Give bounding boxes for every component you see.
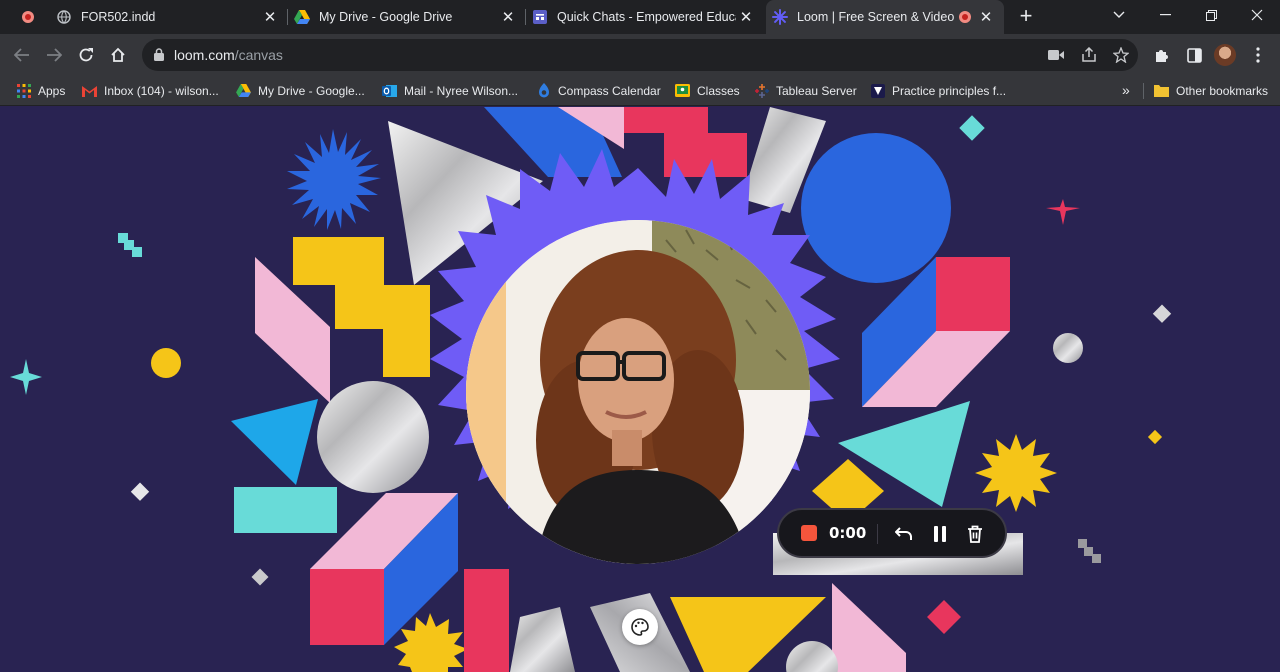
globe-icon xyxy=(56,9,72,25)
lock-icon[interactable] xyxy=(154,48,164,61)
extensions-puzzle-icon[interactable] xyxy=(1150,43,1174,67)
bookmark-label: Inbox (104) - wilson... xyxy=(104,83,219,98)
close-tab-icon[interactable]: ✕ xyxy=(736,8,756,26)
bookmark-inbox[interactable]: Inbox (104) - wilson... xyxy=(82,76,219,105)
folder-icon xyxy=(1154,83,1169,98)
bookmark-label: Tableau Server xyxy=(776,83,857,98)
tab-google-drive[interactable]: My Drive - Google Drive ✕ xyxy=(288,0,526,34)
outlook-icon xyxy=(382,83,397,98)
google-drive-icon xyxy=(294,9,310,25)
url-text: loom.com/canvas xyxy=(174,47,283,63)
apps-grid-icon xyxy=(16,83,31,98)
compass-icon xyxy=(536,83,551,98)
palette-button[interactable] xyxy=(622,609,658,645)
tab-title: FOR502.indd xyxy=(81,10,156,24)
bookmarks-overflow-button[interactable]: » xyxy=(1122,82,1130,98)
restore-icon[interactable] xyxy=(1188,0,1234,30)
tab-loom[interactable]: Loom | Free Screen & Video ✕ xyxy=(766,0,1004,34)
star-bookmark-icon[interactable] xyxy=(1113,47,1129,63)
home-icon[interactable] xyxy=(106,43,130,67)
browser-toolbar: loom.com/canvas xyxy=(0,34,1280,76)
bookmark-apps[interactable]: Apps xyxy=(16,76,65,105)
bookmark-label: Mail - Nyree Wilson... xyxy=(404,83,519,98)
undo-icon[interactable] xyxy=(893,523,915,545)
classroom-icon xyxy=(675,83,690,98)
address-bar[interactable]: loom.com/canvas xyxy=(142,39,1138,71)
bookmark-tableau[interactable]: Tableau Server xyxy=(754,76,857,105)
webcam-preview[interactable] xyxy=(466,220,810,564)
back-arrow-icon[interactable] xyxy=(10,43,34,67)
bookmark-label: Practice principles f... xyxy=(892,83,1007,98)
bookmark-classes[interactable]: Classes xyxy=(675,76,740,105)
trash-icon[interactable] xyxy=(964,523,986,545)
tab-title: Quick Chats - Empowered Educat xyxy=(557,10,736,24)
bookmark-page-icon xyxy=(870,83,885,98)
forms-icon xyxy=(532,9,548,25)
recording-indicator-icon xyxy=(958,10,972,24)
pause-icon[interactable] xyxy=(929,523,951,545)
bookmark-my-drive[interactable]: My Drive - Google... xyxy=(236,76,365,105)
bookmark-compass[interactable]: Compass Calendar xyxy=(536,76,661,105)
bookmark-mail[interactable]: Mail - Nyree Wilson... xyxy=(382,76,518,105)
google-drive-icon xyxy=(236,83,251,98)
bookmark-label: Apps xyxy=(38,83,66,98)
tab-title: Loom | Free Screen & Video xyxy=(797,10,955,24)
bookmarks-bar: Apps Inbox (104) - wilson... My Drive - … xyxy=(0,76,1280,106)
close-tab-icon[interactable]: ✕ xyxy=(976,8,996,26)
share-icon[interactable] xyxy=(1081,47,1097,63)
forward-arrow-icon[interactable] xyxy=(42,43,66,67)
bookmark-label: Compass Calendar xyxy=(558,83,661,98)
profile-avatar[interactable] xyxy=(1214,44,1236,66)
minimize-icon[interactable] xyxy=(1142,0,1188,30)
kebab-menu-icon[interactable] xyxy=(1246,43,1270,67)
recording-controls: 0:00 xyxy=(777,508,1007,558)
palette-icon xyxy=(631,618,649,636)
tab-strip: FOR502.indd ✕ My Drive - Google Drive ✕ … xyxy=(0,0,1280,34)
loom-canvas: 0:00 xyxy=(0,107,1280,672)
close-window-icon[interactable] xyxy=(1234,0,1280,30)
loom-icon xyxy=(772,9,788,25)
bookmark-practice-principles[interactable]: Practice principles f... xyxy=(870,76,1006,105)
tab-title: My Drive - Google Drive xyxy=(319,10,453,24)
camera-icon[interactable] xyxy=(1048,47,1064,63)
new-tab-button[interactable]: + xyxy=(1014,5,1038,29)
tab-for502[interactable]: FOR502.indd ✕ xyxy=(50,0,288,34)
bookmark-label: Other bookmarks xyxy=(1176,83,1269,98)
gmail-icon xyxy=(82,83,97,98)
recording-indicator-icon[interactable] xyxy=(12,6,44,28)
close-tab-icon[interactable]: ✕ xyxy=(260,8,280,26)
recording-timer: 0:00 xyxy=(829,524,867,542)
bookmark-label: Classes xyxy=(697,83,740,98)
tab-search-icon[interactable] xyxy=(1096,0,1142,30)
other-bookmarks[interactable]: Other bookmarks xyxy=(1154,76,1268,105)
bookmark-label: My Drive - Google... xyxy=(258,83,365,98)
side-panel-icon[interactable] xyxy=(1182,43,1206,67)
tableau-icon xyxy=(754,83,769,98)
reload-icon[interactable] xyxy=(74,43,98,67)
close-tab-icon[interactable]: ✕ xyxy=(498,8,518,26)
tab-quick-chats[interactable]: Quick Chats - Empowered Educat ✕ xyxy=(526,0,764,34)
stop-icon[interactable] xyxy=(801,525,817,541)
